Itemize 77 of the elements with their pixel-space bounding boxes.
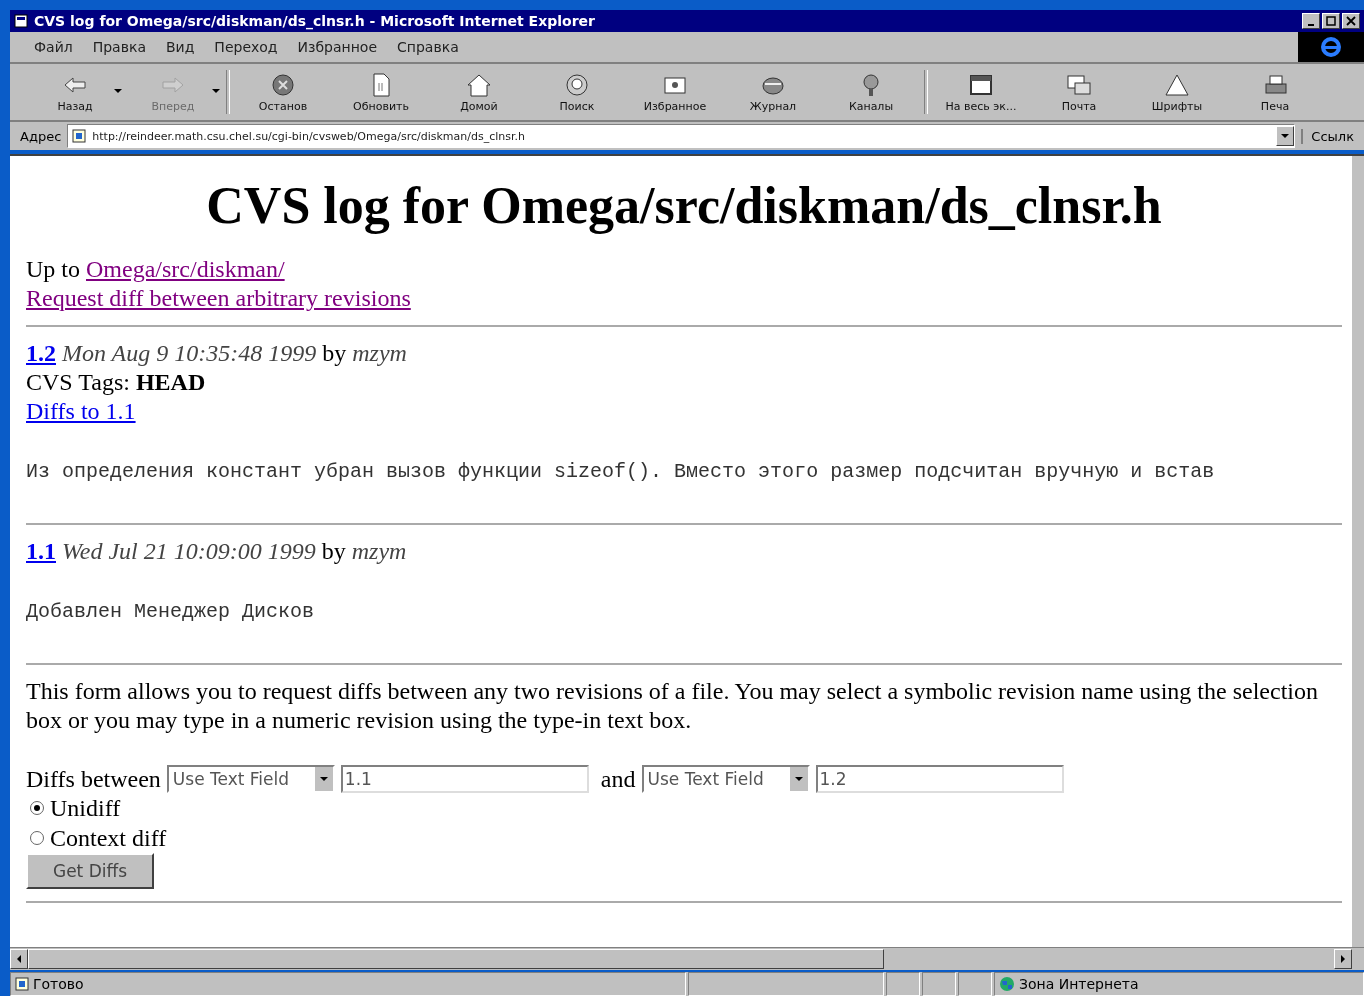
revision-select[interactable]: Use Text Field xyxy=(641,765,810,793)
revision-link[interactable]: 1.2 xyxy=(26,339,56,368)
commit-message: Из определения констант убран вызов функции sizeof(). Вместо этого размер подсчитан вручную и встав xyxy=(26,460,1216,483)
stop-icon xyxy=(269,71,297,98)
revision-input[interactable]: 1.1 xyxy=(340,765,589,793)
page-icon xyxy=(14,14,28,28)
caret-icon xyxy=(319,777,328,781)
dropdown-arrow-icon[interactable] xyxy=(114,89,122,93)
caret-icon[interactable] xyxy=(1281,134,1290,138)
vertical-scrollbar[interactable] xyxy=(1352,156,1364,947)
revision-link[interactable]: 1.1 xyxy=(26,537,56,566)
author-name: mzym xyxy=(352,339,407,368)
search-icon xyxy=(563,71,591,98)
revision-date: Mon Aug 9 10:35:48 1999 xyxy=(62,339,317,368)
maximize-icon xyxy=(1326,16,1336,26)
zone-text: Зона Интернета xyxy=(1019,976,1139,992)
status-pane xyxy=(958,972,992,996)
menu-item[interactable]: Правка xyxy=(92,39,146,55)
page-heading: CVS log for Omega/src/diskman/ds_clnsr.h xyxy=(205,176,1163,235)
browser-logo xyxy=(1298,32,1364,62)
revision-input[interactable]: 1.2 xyxy=(815,765,1064,793)
menu-item[interactable]: Файл xyxy=(34,39,73,55)
menu-item[interactable]: Вид xyxy=(165,39,195,55)
toolbar-button[interactable]: На весь эк... xyxy=(932,65,1030,119)
diffs-between-label: Diffs between xyxy=(26,766,161,793)
caret-icon xyxy=(794,777,803,781)
close-icon xyxy=(1346,16,1356,26)
page-icon xyxy=(72,129,87,143)
maximize-button[interactable] xyxy=(1322,13,1340,29)
toolbar-button[interactable]: Почта xyxy=(1030,65,1128,119)
parent-directory-link[interactable]: Omega/src/diskman/ xyxy=(86,255,285,284)
radio-label: Unidiff xyxy=(50,794,121,822)
toolbar-button[interactable]: Шрифты xyxy=(1128,65,1226,119)
menu-item[interactable]: Избранное xyxy=(297,39,378,55)
menu-item[interactable]: Справка xyxy=(397,39,459,55)
toolbar-button[interactable]: Каналы xyxy=(822,65,920,119)
toolbar-button[interactable]: Печа xyxy=(1226,65,1324,119)
close-button[interactable] xyxy=(1342,13,1360,29)
by-label: by xyxy=(322,339,347,368)
window-title: CVS log for Omega/src/diskman/ds_clnsr.h - Microsoft Internet Explorer xyxy=(34,13,596,29)
minimize-button[interactable] xyxy=(1302,13,1320,29)
left-arrow-icon[interactable] xyxy=(17,955,21,963)
toolbar-button[interactable]: Домой xyxy=(430,65,528,119)
form-description: This form allows you to request diffs between any two revisions of a file. You may select a symbolic revision name using the selection box or you may type in a numeric revision using the type-in text box. xyxy=(26,677,1319,735)
commit-message: Добавлен Менеджер Дисков xyxy=(26,600,316,623)
minimize-icon xyxy=(1308,24,1314,26)
radio-button[interactable] xyxy=(30,801,44,815)
revision-date: Wed Jul 21 10:09:00 1999 xyxy=(62,537,316,566)
diff-link[interactable]: Diffs to 1.1 xyxy=(26,397,136,426)
address-label: Адрес xyxy=(20,128,62,144)
horizontal-scrollbar[interactable] xyxy=(10,947,1364,970)
status-pane xyxy=(886,972,920,996)
revision-select[interactable]: Use Text Field xyxy=(166,765,335,793)
links-button[interactable]: Ссылк xyxy=(1301,128,1364,144)
toolbar-button[interactable]: Назад xyxy=(26,65,124,119)
status-text: Готово xyxy=(33,976,84,992)
tag-name: HEAD xyxy=(135,368,206,397)
page-icon xyxy=(15,977,29,991)
and-label: and xyxy=(600,766,636,793)
toolbar-button[interactable]: Поиск xyxy=(528,65,626,119)
address-field[interactable]: http://reindeer.math.csu.chel.su/cgi-bin/cvsweb/Omega/src/diskman/ds_clnsr.h xyxy=(67,124,1296,148)
radio-button[interactable] xyxy=(30,831,44,845)
toolbar-button[interactable]: Обновить xyxy=(332,65,430,119)
request-diff-link[interactable]: Request diff between arbitrary revisions xyxy=(26,284,411,313)
author-name: mzym xyxy=(351,537,407,566)
toolbar-button[interactable]: Журнал xyxy=(724,65,822,119)
up-to-label: Up to xyxy=(26,255,80,284)
get-diffs-button[interactable]: Get Diffs xyxy=(26,853,154,889)
tags-label: CVS Tags: xyxy=(26,368,130,397)
globe-icon xyxy=(999,976,1015,992)
toolbar-button[interactable]: Останов xyxy=(234,65,332,119)
radio-label: Context diff xyxy=(50,824,167,852)
by-label: by xyxy=(321,537,346,566)
menu-item[interactable]: Переход xyxy=(214,39,278,55)
right-arrow-icon[interactable] xyxy=(1341,955,1345,963)
toolbar-button[interactable]: Избранное xyxy=(626,65,724,119)
status-pane xyxy=(922,972,956,996)
